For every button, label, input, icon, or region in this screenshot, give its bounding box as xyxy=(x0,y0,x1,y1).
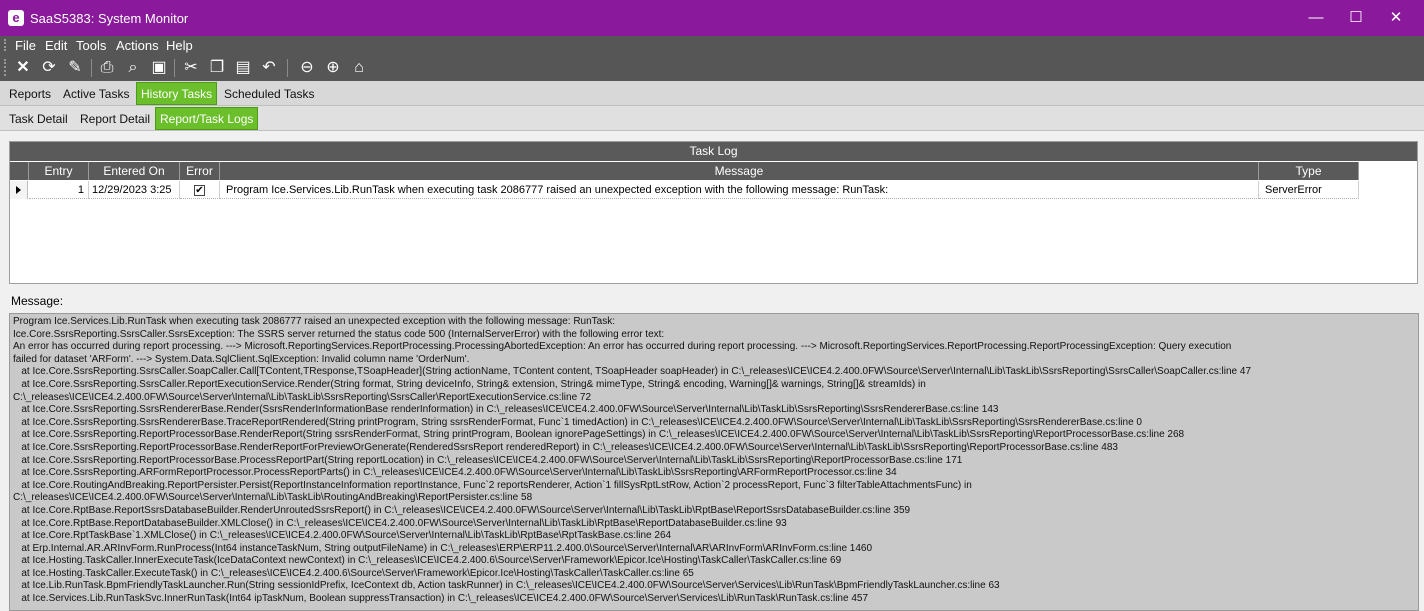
column-header-type[interactable]: Type xyxy=(1259,162,1359,180)
message-line: at Ice.Lib.RunTask.BpmFriendlyTaskLaunch… xyxy=(13,580,1000,592)
preview-icon[interactable]: ⌕ xyxy=(122,57,144,79)
menu-actions[interactable]: Actions xyxy=(116,38,159,53)
message-textbox[interactable]: Program Ice.Services.Lib.RunTask when ex… xyxy=(9,313,1419,611)
message-label: Message: xyxy=(11,294,64,308)
cell-type[interactable]: ServerError xyxy=(1259,181,1359,199)
column-header-message[interactable]: Message xyxy=(220,162,1259,180)
message-line: at Ice.Core.SsrsReporting.SsrsCaller.Soa… xyxy=(13,366,1252,378)
message-line: at Ice.Core.RptBase.ReportSsrsDatabaseBu… xyxy=(13,504,911,516)
toolbar-separator xyxy=(287,59,288,77)
tab-history-tasks[interactable]: History Tasks xyxy=(136,82,218,105)
clear-icon[interactable]: ✕ xyxy=(12,57,34,79)
message-line: at Ice.Core.SsrsReporting.SsrsRendererBa… xyxy=(13,416,1142,428)
menu-help[interactable]: Help xyxy=(166,38,193,53)
message-line: Program Ice.Services.Lib.RunTask when ex… xyxy=(13,316,616,327)
forward-icon[interactable]: ⊕ xyxy=(322,57,344,79)
toolbar-separator xyxy=(91,59,92,77)
message-line: at Ice.Core.SsrsReporting.ReportProcesso… xyxy=(13,429,1185,441)
close-button[interactable]: ✕ xyxy=(1376,6,1416,30)
refresh-icon[interactable]: ⟳ xyxy=(38,57,60,79)
message-line: An error has occurred during report proc… xyxy=(13,341,1232,353)
save-icon[interactable]: ▣ xyxy=(148,57,170,79)
maximize-button[interactable]: ☐ xyxy=(1336,6,1376,30)
tab-active-tasks[interactable]: Active Tasks xyxy=(63,87,129,101)
tab-report-detail[interactable]: Report Detail xyxy=(80,112,150,126)
window-title: SaaS5383: System Monitor xyxy=(30,11,189,26)
cell-message[interactable]: Program Ice.Services.Lib.RunTask when ex… xyxy=(220,181,1259,199)
tab-task-detail[interactable]: Task Detail xyxy=(9,112,68,126)
toolbar-separator xyxy=(174,59,175,77)
task-log-grid: Task Log Entry Entered On Error Message … xyxy=(9,141,1418,284)
menu-edit[interactable]: Edit xyxy=(45,38,67,53)
column-header-error[interactable]: Error xyxy=(180,162,220,180)
back-icon[interactable]: ⊖ xyxy=(296,57,318,79)
message-line: at Ice.Core.SsrsReporting.SsrsRendererBa… xyxy=(13,404,999,416)
message-line: at Erp.Internal.AR.ARInvForm.RunProcess(… xyxy=(13,542,873,554)
message-line: at Ice.Services.Lib.RunTaskSvc.InnerRunT… xyxy=(13,593,869,605)
column-header-entered-on[interactable]: Entered On xyxy=(89,162,180,180)
epicor-app-icon: e xyxy=(8,10,24,26)
menu-bar: File Edit Tools Actions Help xyxy=(0,36,1424,54)
message-line: C:\_releases\ICE\ICE4.2.400.0FW\Source\S… xyxy=(13,492,533,504)
message-line: Ice.Core.SsrsReporting.SsrsCaller.SsrsEx… xyxy=(13,328,665,340)
toolbar-grip xyxy=(4,59,7,76)
title-bar: e SaaS5383: System Monitor — ☐ ✕ xyxy=(0,0,1424,36)
grid-caption: Task Log xyxy=(10,142,1417,161)
row-selector-header xyxy=(10,162,29,180)
message-line: at Ice.Core.RoutingAndBreaking.ReportPer… xyxy=(13,479,972,491)
message-line: at Ice.Core.RptBase.ReportDatabaseBuilde… xyxy=(13,517,787,529)
cell-error[interactable]: ✔ xyxy=(180,181,220,199)
tab-reports[interactable]: Reports xyxy=(9,87,51,101)
undo-icon[interactable]: ↶ xyxy=(258,57,280,79)
message-line: at Ice.Core.SsrsReporting.ReportProcesso… xyxy=(13,441,1118,453)
copy-icon[interactable]: ❐ xyxy=(206,57,228,79)
tab-report-task-logs[interactable]: Report/Task Logs xyxy=(155,107,259,130)
message-line: at Ice.Core.SsrsReporting.ARFormReportPr… xyxy=(13,467,897,479)
row-selector[interactable] xyxy=(10,181,28,199)
menu-tools[interactable]: Tools xyxy=(76,38,106,53)
message-line: failed for dataset 'ARForm'. ---> System… xyxy=(13,353,470,365)
menu-file[interactable]: File xyxy=(15,38,36,53)
sub-tab-strip: Task Detail Report Detail Report/Task Lo… xyxy=(0,106,1424,131)
cut-icon[interactable]: ✂ xyxy=(180,57,202,79)
error-checkbox[interactable]: ✔ xyxy=(194,185,205,196)
tab-scheduled-tasks[interactable]: Scheduled Tasks xyxy=(224,87,315,101)
brush-icon[interactable]: ✎ xyxy=(64,57,86,79)
message-line: C:\_releases\ICE\ICE4.2.400.0FW\Source\S… xyxy=(13,391,592,403)
message-line: at Ice.Core.RptTaskBase`1.XMLClose() in … xyxy=(13,530,672,542)
print-icon[interactable]: ⎙ xyxy=(96,57,118,79)
message-line: at Ice.Hosting.TaskCaller.InnerExecuteTa… xyxy=(13,555,842,567)
message-line: at Ice.Hosting.TaskCaller.ExecuteTask() … xyxy=(13,567,694,579)
home-icon[interactable]: ⌂ xyxy=(348,57,370,79)
toolbar: ✕ ⟳ ✎ ⎙ ⌕ ▣ ✂ ❐ ▤ ↶ ⊖ ⊕ ⌂ xyxy=(0,54,1424,81)
minimize-button[interactable]: — xyxy=(1296,6,1336,30)
message-line: at Ice.Core.SsrsReporting.ReportProcesso… xyxy=(13,454,963,466)
column-header-entry[interactable]: Entry xyxy=(29,162,89,180)
paste-icon[interactable]: ▤ xyxy=(232,57,254,79)
menu-grip xyxy=(4,39,7,51)
cell-entered-on[interactable]: 12/29/2023 3:25 xyxy=(89,181,180,199)
message-line: at Ice.Core.SsrsReporting.SsrsCaller.Rep… xyxy=(13,378,926,390)
cell-entry[interactable]: 1 xyxy=(29,181,89,199)
main-tab-strip: Reports Active Tasks History Tasks Sched… xyxy=(0,81,1424,106)
current-row-arrow-icon xyxy=(16,186,21,194)
content-area: Task Log Entry Entered On Error Message … xyxy=(0,132,1424,611)
